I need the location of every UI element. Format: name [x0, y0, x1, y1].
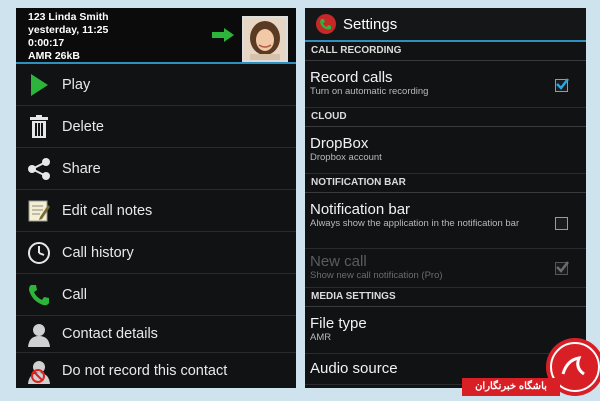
pref-title: Notification bar	[310, 201, 411, 218]
menu-play[interactable]: Play	[16, 64, 296, 106]
menu-label: Play	[62, 76, 91, 93]
contact-avatar[interactable]	[242, 16, 288, 62]
pref-notification-bar[interactable]: Notification bar Always show the applica…	[305, 193, 586, 249]
menu-call[interactable]: Call	[16, 274, 296, 316]
call-date: yesterday, 11:25	[28, 24, 109, 36]
section-call-recording: CALL RECORDING	[305, 42, 586, 61]
contact-photo	[244, 18, 286, 60]
pref-title: Record calls	[310, 69, 393, 86]
pref-summary: Dropbox account	[310, 152, 382, 163]
settings-title-bar: Settings	[305, 8, 586, 42]
menu-label: Call history	[62, 244, 134, 261]
pref-title: Audio source	[310, 360, 398, 377]
pref-summary: Always show the application in the notif…	[310, 218, 520, 229]
person-icon	[16, 321, 62, 347]
menu-label: Call	[62, 286, 87, 303]
menu-label: Share	[62, 160, 101, 177]
menu-label: Do not record this contact	[62, 363, 228, 379]
section-media-settings: MEDIA SETTINGS	[305, 288, 586, 307]
pref-summary: Show new call notification (Pro)	[310, 270, 443, 281]
pref-title: DropBox	[310, 135, 369, 152]
pref-dropbox[interactable]: DropBox Dropbox account	[305, 127, 586, 174]
menu-delete[interactable]: Delete	[16, 106, 296, 148]
page-title: Settings	[343, 15, 398, 33]
trash-icon	[16, 114, 62, 139]
arrow-right-icon	[212, 28, 234, 42]
call-format-size: AMR 26kB	[28, 50, 80, 62]
new-call-checkbox	[555, 261, 569, 275]
app-logo-icon[interactable]	[315, 13, 337, 35]
watermark-text: باشگاه خبرنگاران	[462, 378, 560, 396]
menu-edit-notes[interactable]: Edit call notes	[16, 190, 296, 232]
call-info: 123 Linda Smith yesterday, 11:25 0:00:17…	[28, 11, 109, 63]
menu-label: Edit call notes	[62, 202, 153, 219]
pref-summary: Turn on automatic recording	[310, 86, 429, 97]
pref-new-call: New call Show new call notification (Pro…	[305, 249, 586, 288]
menu-do-not-record[interactable]: Do not record this contact	[16, 353, 296, 388]
call-detail-panel: 123 Linda Smith yesterday, 11:25 0:00:17…	[16, 8, 296, 388]
section-cloud: CLOUD	[305, 108, 586, 127]
pref-file-type[interactable]: File type AMR	[305, 307, 586, 354]
play-icon	[16, 73, 62, 96]
pref-title: New call	[310, 253, 367, 270]
pref-record-calls[interactable]: Record calls Turn on automatic recording	[305, 61, 586, 108]
pref-summary: AMR	[310, 332, 332, 343]
section-notification-bar: NOTIFICATION BAR	[305, 174, 586, 193]
pref-title: File type	[310, 315, 367, 332]
share-icon	[16, 157, 62, 180]
menu-share[interactable]: Share	[16, 148, 296, 190]
call-duration: 0:00:17	[28, 37, 65, 49]
menu-call-history[interactable]: Call history	[16, 232, 296, 274]
menu-contact-details[interactable]: Contact details	[16, 316, 296, 353]
clock-icon	[16, 241, 62, 265]
settings-panel: Settings CALL RECORDING Record calls Tur…	[305, 8, 586, 388]
note-icon	[16, 200, 62, 222]
call-header: 123 Linda Smith yesterday, 11:25 0:00:17…	[16, 8, 296, 64]
menu-label: Delete	[62, 118, 104, 135]
call-contact: 123 Linda Smith	[28, 11, 109, 23]
phone-icon	[16, 283, 62, 307]
record-calls-checkbox[interactable]	[555, 78, 569, 92]
menu-label: Contact details	[62, 326, 158, 342]
person-blocked-icon	[16, 358, 62, 384]
notification-bar-checkbox[interactable]	[555, 217, 568, 230]
